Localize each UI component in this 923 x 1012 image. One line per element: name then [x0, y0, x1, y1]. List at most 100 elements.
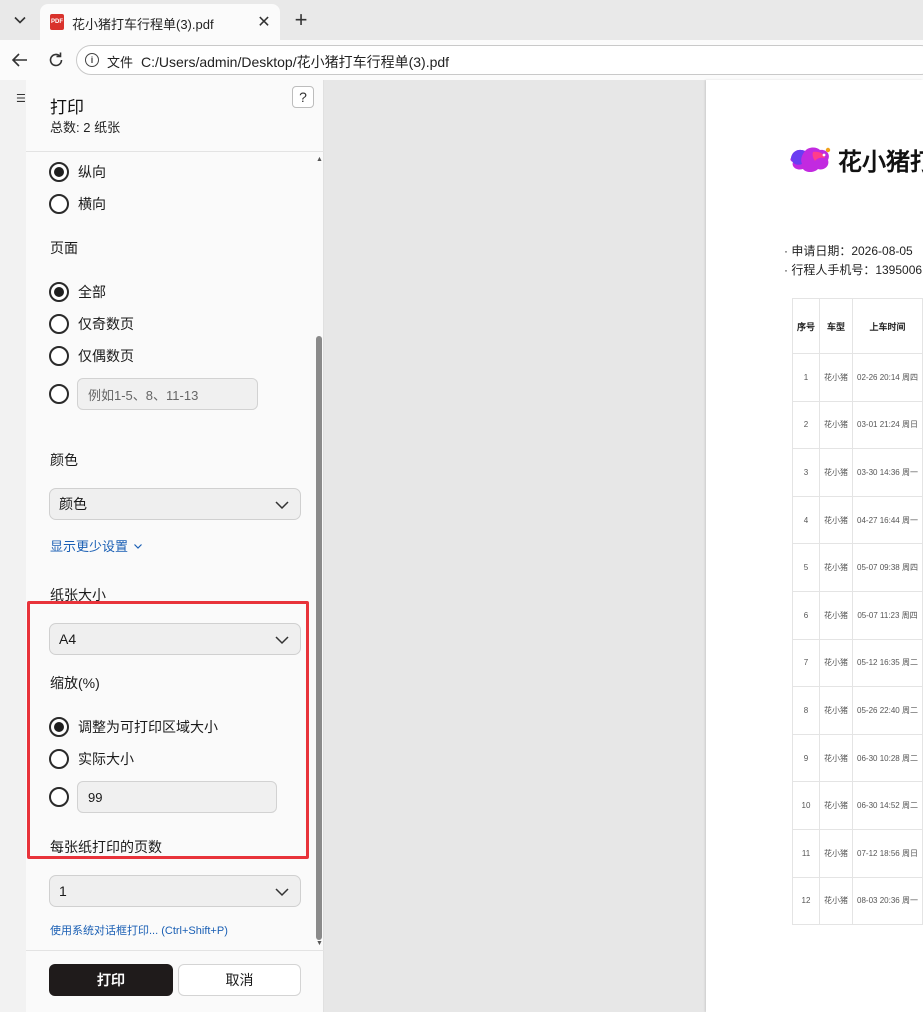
chevron-down-icon: [14, 16, 26, 24]
table-row: 2 花小猪 03-01 21:24 周日: [792, 400, 923, 450]
chevron-down-icon: [275, 636, 289, 645]
table-cell-idx: 7: [792, 638, 820, 688]
radio-label: 调整为可打印区域大小: [78, 719, 218, 735]
trip-table: 序号 车型 上车时间 1 花小猪 02-26 20:14 周四 2 花小猪 03-01 2…: [792, 298, 923, 926]
browser-toolbar: i 文件 C:/Users/admin/Desktop/花小猪打车行程单(3).…: [0, 40, 923, 80]
close-tab-button[interactable]: ✕: [254, 12, 274, 32]
arrow-left-icon: [11, 53, 27, 67]
browser-tab[interactable]: PDF 花小猪打车行程单(3).pdf ✕: [40, 4, 280, 40]
radio-button[interactable]: [49, 162, 69, 182]
table-cell-time: 05-07 09:38 周四: [852, 543, 923, 592]
table-row: 8 花小猪 05-26 22:40 周二: [792, 686, 923, 735]
scheme-label: 文件: [107, 55, 134, 70]
table-cell-time: 08-03 20:36 周一: [852, 876, 923, 926]
color-select[interactable]: 颜色: [49, 488, 301, 520]
scrollbar-thumb[interactable]: [316, 336, 322, 940]
table-cell-time: 07-12 18:56 周日: [852, 828, 923, 878]
cancel-button[interactable]: 取消: [178, 964, 301, 996]
plus-icon: +: [294, 7, 308, 32]
radio-label: 仅奇数页: [78, 316, 134, 332]
back-button[interactable]: [8, 48, 32, 72]
table-cell-car: 花小猪: [819, 590, 853, 640]
paper-size-select[interactable]: A4: [49, 623, 301, 655]
table-cell-car: 花小猪: [819, 686, 853, 735]
table-cell-idx: 5: [792, 543, 820, 592]
trip-table-body: 1 花小猪 02-26 20:14 周四 2 花小猪 03-01 21:24 周日 3 花小猪…: [792, 353, 923, 926]
table-cell-car: 花小猪: [819, 638, 853, 688]
table-cell-idx: 6: [792, 590, 820, 640]
apply-date: · 申请日期：2026-08-05: [784, 244, 913, 258]
table-cell-time: 03-01 21:24 周日: [852, 400, 923, 450]
help-button[interactable]: ?: [292, 86, 314, 108]
table-row: 1 花小猪 02-26 20:14 周四: [792, 353, 923, 402]
pages-per-sheet-label: 每张纸打印的页数: [50, 839, 162, 855]
table-row: 11 花小猪 07-12 18:56 周日: [792, 828, 923, 878]
table-cell-car: 花小猪: [819, 495, 853, 545]
custom-pages-input[interactable]: 例如1-5、8、11-13: [77, 378, 258, 410]
toggle-settings-link[interactable]: 显示更少设置: [50, 536, 143, 555]
radio-button[interactable]: [49, 384, 69, 404]
chevron-down-icon: [275, 501, 289, 510]
radio-button[interactable]: [49, 282, 69, 302]
table-row: 3 花小猪 03-30 14:36 周一: [792, 448, 923, 497]
dialog-title: 打印: [50, 98, 84, 117]
chevron-down-icon: [275, 888, 289, 897]
thumbnail-icon[interactable]: ☰: [16, 92, 26, 105]
url-text[interactable]: C:/Users/admin/Desktop/花小猪打车行程单(3).pdf: [141, 52, 449, 72]
pages-per-sheet-select[interactable]: 1: [49, 875, 301, 907]
table-cell-car: 花小猪: [819, 781, 853, 830]
reload-button[interactable]: [44, 48, 68, 72]
table-cell-idx: 11: [792, 828, 820, 878]
radio-button[interactable]: [49, 194, 69, 214]
toggle-settings-label: 显示更少设置: [50, 539, 129, 554]
radio-button[interactable]: [49, 346, 69, 366]
select-value: A4: [59, 631, 77, 647]
table-cell-car: 花小猪: [819, 543, 853, 592]
radio-button[interactable]: [49, 787, 69, 807]
pages-even-option[interactable]: 仅偶数页: [49, 344, 134, 368]
table-row: 4 花小猪 04-27 16:44 周一: [792, 495, 923, 545]
tab-strip: PDF 花小猪打车行程单(3).pdf ✕ +: [0, 0, 923, 40]
scroll-up-arrow[interactable]: ▲: [316, 156, 323, 163]
scale-custom-option[interactable]: [49, 785, 69, 809]
paper-size-label: 纸张大小: [50, 587, 106, 603]
orientation-portrait-option[interactable]: 纵向: [49, 160, 106, 184]
address-bar[interactable]: i 文件 C:/Users/admin/Desktop/花小猪打车行程单(3).…: [76, 45, 923, 75]
select-value: 1: [59, 883, 67, 899]
info-icon[interactable]: i: [85, 53, 99, 67]
table-cell-car: 花小猪: [819, 876, 853, 926]
radio-button[interactable]: [49, 314, 69, 334]
column-header: 车型: [819, 298, 853, 354]
table-cell-time: 04-27 16:44 周一: [852, 495, 923, 545]
radio-button[interactable]: [49, 717, 69, 737]
close-icon: ✕: [257, 14, 271, 31]
table-cell-idx: 12: [792, 876, 820, 926]
tab-search-button[interactable]: [6, 6, 34, 34]
print-preview-area: 花小猪打 · 申请日期：2026-08-05 · 行程人手机号：1395006 …: [324, 80, 923, 1012]
preview-page: 花小猪打 · 申请日期：2026-08-05 · 行程人手机号：1395006 …: [706, 80, 923, 1012]
pages-label: 页面: [50, 240, 78, 256]
table-cell-time: 06-30 10:28 周二: [852, 733, 923, 783]
custom-scale-input[interactable]: 99: [77, 781, 277, 813]
help-icon: ?: [299, 89, 307, 105]
table-cell-car: 花小猪: [819, 733, 853, 783]
scale-label: 缩放(%): [50, 675, 100, 691]
system-dialog-link[interactable]: 使用系统对话框打印... (Ctrl+Shift+P): [50, 922, 228, 938]
table-cell-car: 花小猪: [819, 353, 853, 402]
table-cell-idx: 4: [792, 495, 820, 545]
table-row: 12 花小猪 08-03 20:36 周一: [792, 876, 923, 926]
radio-button[interactable]: [49, 749, 69, 769]
new-tab-button[interactable]: +: [289, 7, 313, 32]
scale-fit-option[interactable]: 调整为可打印区域大小: [49, 715, 218, 739]
print-dialog: 打印 总数: 2 纸张 ? 纵向 横向 页面 全部 仅奇数页 仅偶数页 例如1-…: [26, 80, 324, 1012]
table-row: 5 花小猪 05-07 09:38 周四: [792, 543, 923, 592]
table-cell-idx: 1: [792, 353, 820, 402]
pages-custom-option[interactable]: [49, 382, 69, 406]
pages-all-option[interactable]: 全部: [49, 280, 106, 304]
print-button[interactable]: 打印: [49, 964, 173, 996]
table-cell-idx: 9: [792, 733, 820, 783]
scale-actual-option[interactable]: 实际大小: [49, 747, 134, 771]
pages-odd-option[interactable]: 仅奇数页: [49, 312, 134, 336]
orientation-landscape-option[interactable]: 横向: [49, 192, 106, 216]
scroll-down-arrow[interactable]: ▼: [316, 940, 323, 947]
